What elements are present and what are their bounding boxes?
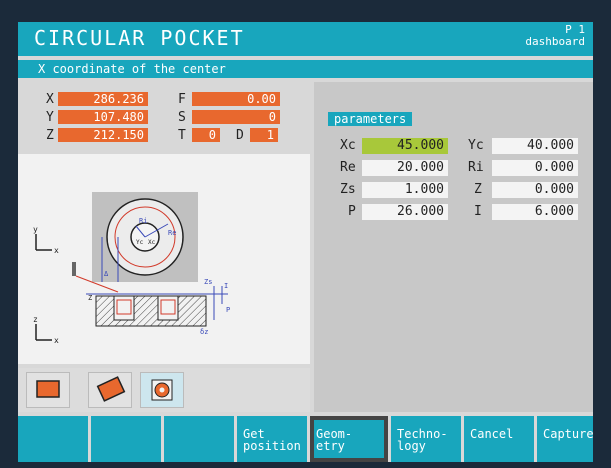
- y-readout-value: 107.480: [58, 110, 148, 124]
- cancel-button[interactable]: Cancel: [464, 416, 534, 462]
- x-axis-label-top: x: [54, 246, 59, 255]
- s-readout-label: S: [178, 110, 186, 125]
- geometry-button[interactable]: Geom- etry: [310, 416, 388, 462]
- param-label-yc: Yc: [468, 138, 484, 153]
- i-label: I: [224, 282, 228, 290]
- position-readouts: X 286.236 Y 107.480 Z 212.150 F 0.00 S 0…: [18, 82, 310, 152]
- parameters-tab: parameters: [328, 112, 413, 126]
- param-label-p: P: [348, 204, 356, 219]
- cycle-title: CIRCULAR POCKET: [34, 26, 245, 50]
- d-readout-label: D: [236, 128, 244, 143]
- re-label: Re: [168, 229, 176, 237]
- i-field[interactable]: 6.000: [492, 204, 578, 220]
- page-subtitle: dashboard: [525, 35, 585, 48]
- param-label-i: I: [474, 204, 482, 219]
- param-label-z: Z: [474, 182, 482, 197]
- param-label-xc: Xc: [340, 138, 356, 153]
- field-hint: X coordinate of the center: [18, 60, 593, 78]
- pocket-diagram: Ri Re Xc Yc Δ y x Zs I P Z δz z x: [33, 192, 230, 345]
- param-label-re: Re: [340, 160, 356, 175]
- yc-label: Yc: [136, 239, 144, 246]
- technology-button[interactable]: Techno- logy: [391, 416, 461, 462]
- page-info: P 1 dashboard: [525, 24, 585, 48]
- xc-label: Xc: [148, 239, 156, 246]
- pocket-help-drawing: Ri Re Xc Yc Δ y x Zs I P Z δz z x: [18, 154, 310, 364]
- param-label-ri: Ri: [468, 160, 484, 175]
- s-readout-value: 0: [192, 110, 280, 124]
- dz-label: δz: [200, 328, 208, 336]
- z-readout-label: Z: [46, 128, 54, 143]
- yc-field[interactable]: 40.000: [492, 138, 578, 154]
- workpiece-section: [95, 295, 207, 327]
- f-readout-label: F: [178, 92, 186, 107]
- x-readout-value: 286.236: [58, 92, 148, 106]
- xc-field[interactable]: 45.000: [362, 138, 448, 154]
- y-axis-label: y: [33, 225, 38, 234]
- softkey-bar: Get position Geom- etry Techno- logy Can…: [18, 416, 594, 462]
- zs-field[interactable]: 1.000: [362, 182, 448, 198]
- tool-marker: [72, 262, 76, 276]
- softkey-3[interactable]: [164, 416, 234, 462]
- parameters-panel: parameters Xc 45.000 Yc 40.000 Re 20.000…: [314, 82, 593, 412]
- ri-label: Ri: [139, 217, 147, 225]
- z-axis-label: z: [33, 315, 38, 324]
- z-field[interactable]: 0.000: [492, 182, 578, 198]
- x-axis-label-bottom: x: [54, 336, 59, 345]
- rectangular-pocket-icon[interactable]: [26, 372, 70, 408]
- softkey-2[interactable]: [91, 416, 161, 462]
- t-readout-label: T: [178, 128, 186, 143]
- z-readout-value: 212.150: [58, 128, 148, 142]
- get-position-button[interactable]: Get position: [237, 416, 307, 462]
- circular-pocket-icon[interactable]: [140, 372, 184, 408]
- cycle-type-icons: [18, 368, 310, 412]
- softkey-1[interactable]: [18, 416, 88, 462]
- p-label: P: [226, 306, 230, 314]
- cnc-screen: CIRCULAR POCKET P 1 dashboard X coordina…: [18, 22, 594, 462]
- param-label-zs: Zs: [340, 182, 356, 197]
- t-readout-value: 0: [192, 128, 220, 142]
- x-readout-label: X: [46, 92, 54, 107]
- left-panel: X 286.236 Y 107.480 Z 212.150 F 0.00 S 0…: [18, 82, 310, 412]
- rotated-rectangle-pocket-icon[interactable]: [88, 372, 132, 408]
- capture-button[interactable]: Capture: [537, 416, 594, 462]
- y-readout-label: Y: [46, 110, 54, 125]
- title-bar: CIRCULAR POCKET P 1 dashboard: [18, 22, 593, 56]
- z-label: Z: [88, 294, 92, 302]
- re-field[interactable]: 20.000: [362, 160, 448, 176]
- f-readout-value: 0.00: [192, 92, 280, 106]
- zs-label: Zs: [204, 278, 212, 286]
- ri-field[interactable]: 0.000: [492, 160, 578, 176]
- d-readout-value: 1: [250, 128, 278, 142]
- p-field[interactable]: 26.000: [362, 204, 448, 220]
